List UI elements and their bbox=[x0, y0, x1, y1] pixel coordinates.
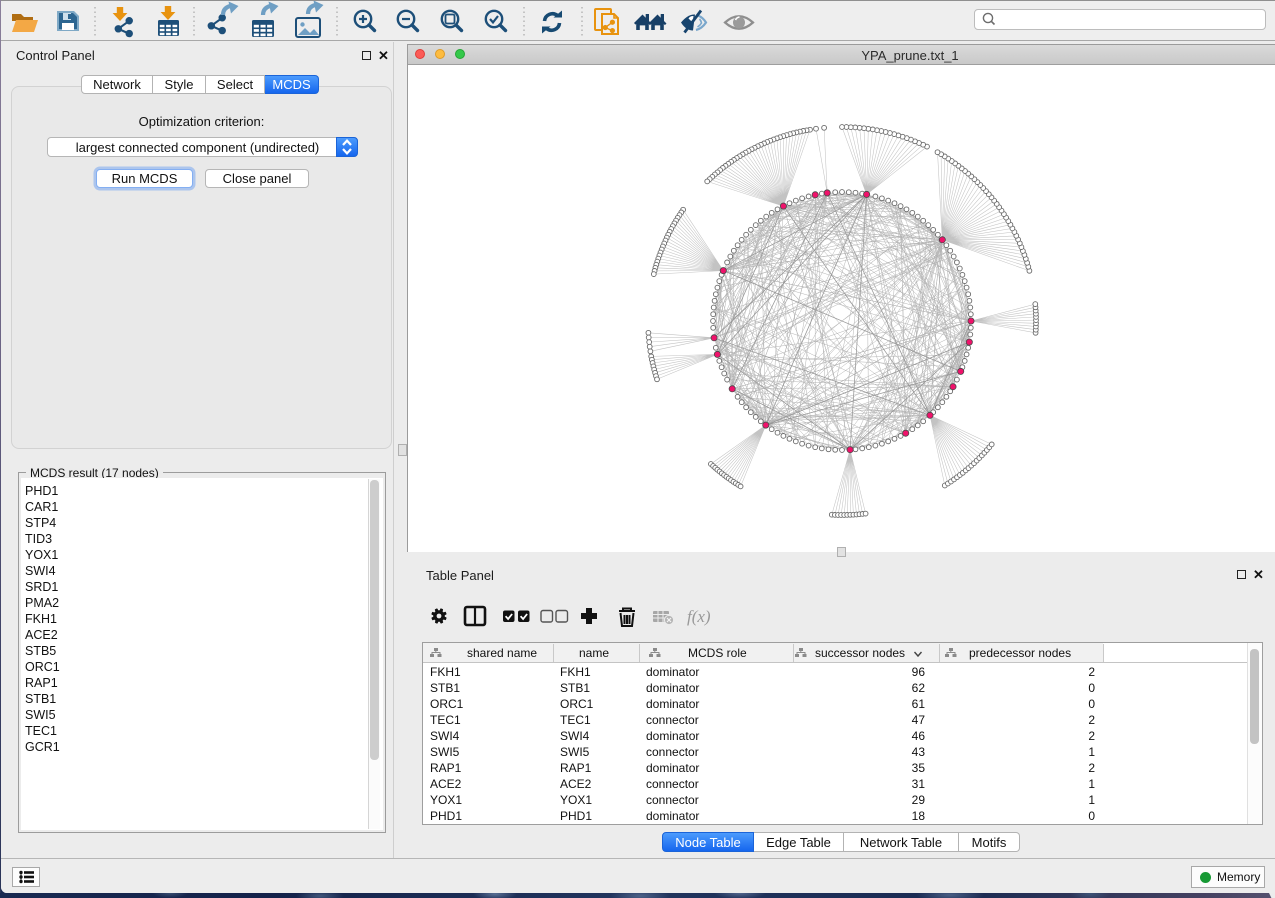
svg-text:f(x): f(x) bbox=[687, 607, 711, 626]
